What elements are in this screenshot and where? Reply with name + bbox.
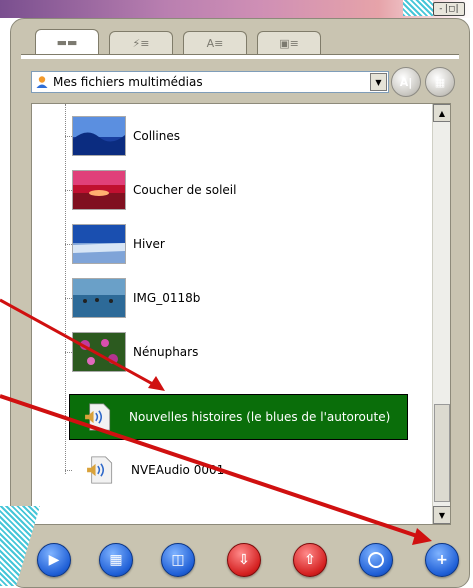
list-item[interactable]: Collines (65, 114, 432, 158)
save-button[interactable]: ◫ (161, 543, 195, 577)
tree-branch (65, 244, 72, 245)
chevron-down-icon[interactable]: ▼ (370, 73, 387, 91)
rename-icon: A| (399, 75, 413, 89)
list-item-label: NVEAudio 0001 (131, 463, 225, 477)
list-item[interactable]: IMG_0118b (65, 276, 432, 320)
scroll-down-button[interactable]: ▼ (433, 506, 450, 524)
effects-icon: ⚡≡ (132, 36, 150, 50)
tree-connector (65, 104, 66, 474)
tree-branch (65, 190, 72, 191)
list-item-label: Collines (133, 129, 180, 143)
tab-titles[interactable]: A≡ (183, 31, 247, 54)
transitions-icon: ▣≡ (279, 36, 299, 50)
winter-thumbnail (72, 224, 126, 264)
sunset-thumbnail (72, 170, 126, 210)
properties-icon: ▦ (434, 75, 446, 89)
source-dropdown[interactable]: Mes fichiers multimédias ▼ (31, 71, 389, 93)
target-button[interactable] (359, 543, 393, 577)
play-button[interactable]: ▶ (37, 543, 71, 577)
export-button[interactable]: ⇧ (293, 543, 327, 577)
photo-thumbnail (72, 278, 126, 318)
list-item[interactable]: Coucher de soleil (65, 168, 432, 212)
titles-icon: A≡ (206, 36, 224, 50)
tree-branch (65, 298, 72, 299)
list-item[interactable]: Hiver (65, 222, 432, 266)
add-button[interactable]: + (425, 543, 459, 577)
tab-divider (21, 54, 459, 59)
tree-branch (65, 352, 72, 353)
decorative-hatch-top (403, 0, 433, 16)
list-item-label: Coucher de soleil (133, 183, 237, 197)
list-item-label: Nénuphars (133, 345, 199, 359)
tab-transitions[interactable]: ▣≡ (257, 31, 321, 54)
list-icon: ▬▬ (56, 36, 78, 49)
list-item-label: IMG_0118b (133, 291, 201, 305)
import-icon: ⇩ (238, 552, 250, 568)
properties-button[interactable]: ▦ (425, 67, 455, 97)
scroll-thumb[interactable] (434, 404, 450, 502)
vertical-scrollbar[interactable]: ▲ ▼ (432, 104, 450, 524)
audio-file-icon (87, 456, 113, 484)
tree-branch (65, 136, 72, 137)
tab-effects[interactable]: ⚡≡ (109, 31, 173, 54)
export-icon: ⇧ (304, 552, 316, 568)
list-item-label: Hiver (133, 237, 165, 251)
bottom-toolbar: ▶ ▦ ◫ ⇩ ⇧ + (33, 543, 463, 579)
save-icon: ◫ (171, 552, 185, 568)
film-icon: ▦ (109, 552, 123, 568)
waterlily-thumbnail (72, 332, 126, 372)
window-controls[interactable]: -|□| (433, 2, 465, 16)
film-button[interactable]: ▦ (99, 543, 133, 577)
import-button[interactable]: ⇩ (227, 543, 261, 577)
target-icon (368, 552, 384, 568)
list-item-selected[interactable]: Nouvelles histoires (le blues de l'autor… (69, 394, 408, 440)
list-item[interactable]: NVEAudio 0001 (65, 448, 432, 492)
panel-tabs: ▬▬ ⚡≡ A≡ ▣≡ (35, 29, 331, 55)
media-list[interactable]: Collines Coucher de soleil Hiver IMG_011… (31, 103, 451, 525)
audio-file-icon (85, 403, 111, 431)
user-icon (35, 75, 49, 89)
add-icon: + (436, 552, 448, 568)
tab-media[interactable]: ▬▬ (35, 29, 99, 55)
play-icon: ▶ (48, 552, 60, 568)
rename-button[interactable]: A| (391, 67, 421, 97)
list-item[interactable]: Nénuphars (65, 330, 432, 374)
scroll-up-button[interactable]: ▲ (433, 104, 450, 122)
list-item-label: Nouvelles histoires (le blues de l'autor… (129, 410, 391, 424)
landscape-thumbnail (72, 116, 126, 156)
tree-branch (65, 470, 72, 471)
source-dropdown-value: Mes fichiers multimédias (53, 75, 203, 89)
media-panel: ▬▬ ⚡≡ A≡ ▣≡ Mes fichiers multimédias ▼ A… (10, 18, 470, 588)
